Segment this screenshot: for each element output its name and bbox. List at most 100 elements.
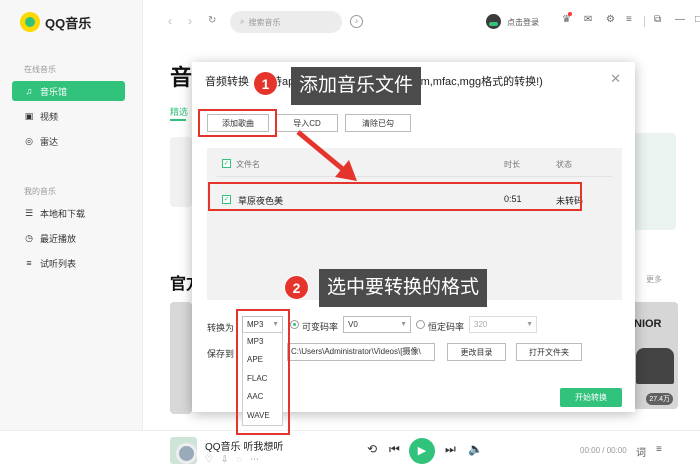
sidebar-item-video[interactable]: ▣ 视频 [12, 106, 125, 126]
minimize-icon[interactable]: — [675, 14, 685, 25]
qq-music-logo-icon [20, 12, 40, 32]
close-icon[interactable]: ✕ [610, 71, 621, 87]
change-dir-button[interactable]: 更改目录 [447, 343, 506, 361]
chevron-down-icon: ▼ [526, 321, 533, 328]
heart-icon[interactable]: ♡ [205, 454, 213, 465]
more-link[interactable]: 更多 [646, 274, 662, 285]
save-path-field[interactable]: C:\Users\Administrator\Videos\[摄像\ [287, 343, 435, 361]
vbr-radio[interactable] [290, 320, 299, 329]
page-title: 音 [170, 65, 193, 90]
album-photo [636, 348, 674, 384]
search-icon: ⌕ [240, 17, 245, 26]
step-1-badge: 1 [253, 71, 278, 96]
menu-icon[interactable]: ≡ [626, 14, 632, 25]
playlist-icon: ≡ [26, 257, 32, 268]
loop-icon[interactable]: ⟲ [367, 442, 377, 456]
import-cd-button[interactable]: 导入CD [276, 114, 338, 132]
sidebar-item-label: 音乐馆 [40, 86, 68, 97]
clear-checked-button[interactable]: 清除已勾 [345, 114, 411, 132]
vbr-select[interactable]: V0 ▼ [343, 316, 411, 333]
highlight-file-row [208, 182, 582, 211]
mini-mode-icon[interactable]: ⧉ [654, 14, 661, 25]
mail-icon[interactable]: ✉ [584, 14, 592, 25]
song-cover[interactable] [170, 437, 197, 464]
cbr-select-value: 320 [474, 320, 488, 329]
top-bar: ‹ › ↻ ⌕ 搜索音乐 ♪ 点击登录 ♛ ✉ ⚙ ≡ ⧉ — □ ✕ [144, 0, 700, 44]
play-time: 00:00 / 00:00 [580, 446, 627, 455]
refresh-icon[interactable]: ↻ [208, 15, 216, 26]
play-count-badge: 27.4万 [646, 393, 673, 405]
step-2-badge: 2 [284, 275, 309, 300]
more-icon[interactable]: ⋯ [250, 454, 259, 465]
forward-arrow-icon[interactable]: › [188, 14, 192, 28]
step-1-callout: 添加音乐文件 [291, 67, 422, 105]
app-logo[interactable]: QQ音乐 [20, 12, 91, 32]
back-arrow-icon[interactable]: ‹ [168, 14, 172, 28]
step-2-callout: 选中要转换的格式 [319, 269, 488, 307]
comment-icon[interactable]: ◌ [237, 454, 242, 465]
album-cover-text: NIOR [634, 318, 662, 330]
download-icon[interactable]: ⇩ [221, 454, 229, 465]
player-bar: QQ音乐 听我想听 ♡ ⇩ ◌ ⋯ ⟲ ⏮ ▶ ⏭ 🔈 00:00 / 00:0… [0, 430, 700, 472]
sidebar-item-label: 本地和下载 [40, 208, 86, 219]
volume-icon[interactable]: 🔈 [468, 442, 483, 456]
select-all-checkbox[interactable]: ✓ [222, 159, 231, 168]
my-music-group: 我的音乐 ☰ 本地和下载 ◷ 最近播放 ≡ 试听列表 [0, 186, 143, 278]
sidebar-item-label: 雷达 [40, 136, 59, 147]
avatar[interactable] [486, 14, 501, 29]
sidebar-item-music-hall[interactable]: ♫ 音乐馆 [12, 81, 125, 101]
radar-icon: ◎ [25, 135, 33, 146]
search-box[interactable]: ⌕ 搜索音乐 [230, 11, 342, 33]
sidebar-item-local-download[interactable]: ☰ 本地和下载 [12, 203, 125, 223]
start-convert-button[interactable]: 开始转换 [560, 388, 622, 407]
save-to-label: 保存到 [207, 349, 235, 359]
download-list-icon: ☰ [24, 207, 34, 218]
online-music-heading: 在线音乐 [24, 65, 56, 74]
sidebar-item-radar[interactable]: ◎ 雷达 [12, 131, 125, 151]
settings-icon[interactable]: ⚙ [606, 14, 615, 25]
vbr-label: 可变码率 [302, 322, 339, 332]
login-link[interactable]: 点击登录 [507, 17, 539, 28]
song-actions: ♡ ⇩ ◌ ⋯ [205, 454, 259, 465]
sidebar-item-recent[interactable]: ◷ 最近播放 [12, 228, 125, 248]
previous-icon[interactable]: ⏮ [389, 442, 400, 457]
notification-dot [568, 12, 572, 16]
app-name: QQ音乐 [45, 15, 92, 31]
video-icon: ▣ [24, 110, 34, 121]
play-button[interactable]: ▶ [409, 438, 435, 464]
maximize-icon[interactable]: □ [695, 14, 700, 25]
cbr-label: 恒定码率 [428, 322, 465, 332]
lyrics-button[interactable]: 词 [636, 444, 646, 459]
sidebar-item-label: 最近播放 [40, 233, 77, 244]
open-folder-button[interactable]: 打开文件夹 [516, 343, 582, 361]
next-icon[interactable]: ⏭ [445, 442, 456, 457]
search-placeholder: 搜索音乐 [248, 17, 281, 27]
vbr-select-value: V0 [348, 320, 358, 329]
highlight-format-dropdown [236, 309, 290, 435]
divider [644, 16, 645, 27]
tab-featured[interactable]: 精选 [170, 105, 188, 118]
sidebar-item-label: 试听列表 [40, 258, 77, 269]
sidebar: QQ音乐 在线音乐 ♫ 音乐馆 ▣ 视频 ◎ 雷达 我的音乐 ☰ 本地和下载 ◷… [0, 0, 143, 430]
song-title: QQ音乐 听我想听 [205, 442, 284, 453]
chevron-down-icon: ▼ [400, 321, 407, 328]
sidebar-item-trial-list[interactable]: ≡ 试听列表 [12, 253, 125, 273]
my-music-heading: 我的音乐 [24, 187, 56, 196]
banner-card[interactable] [170, 137, 192, 207]
cbr-select: 320 ▼ [469, 316, 537, 333]
sidebar-item-label: 视频 [40, 111, 59, 122]
column-header-duration: 时长 [504, 160, 520, 169]
convert-to-label: 转换为 [207, 323, 235, 333]
music-note-icon: ♫ [25, 85, 33, 96]
album-cover[interactable] [170, 302, 192, 414]
highlight-add-song [198, 109, 277, 137]
column-header-filename: 文件名 [236, 160, 260, 169]
online-music-group: 在线音乐 ♫ 音乐馆 ▣ 视频 ◎ 雷达 [0, 64, 143, 156]
column-header-status: 状态 [556, 160, 572, 169]
playlist-icon[interactable]: ≡ [656, 444, 662, 455]
clock-icon: ◷ [25, 232, 33, 243]
voice-search-icon[interactable]: ♪ [350, 15, 363, 28]
header-divider [217, 176, 612, 177]
tab-underline [170, 119, 186, 121]
cbr-radio[interactable] [416, 320, 425, 329]
